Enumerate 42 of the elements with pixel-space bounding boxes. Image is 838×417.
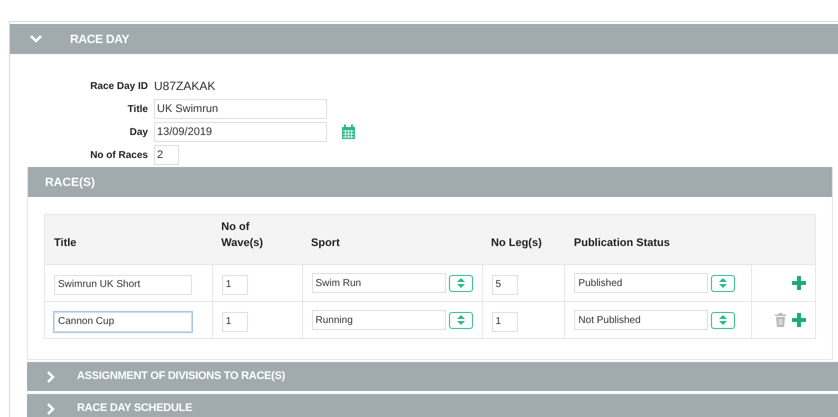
races-title: RACE(S) [45, 174, 95, 191]
spinner-button[interactable] [711, 312, 736, 328]
day-field[interactable]: 13/09/2019 [154, 122, 327, 142]
field-label: Title [126, 102, 148, 116]
waves-field[interactable]: 1 [222, 312, 248, 332]
column-header: Title [54, 236, 78, 251]
column-header: No Leg(s) [491, 236, 543, 251]
up-down-icon [456, 315, 465, 325]
section-title: RACE DAY [70, 31, 130, 48]
status-select[interactable]: Published [574, 273, 708, 293]
field-label: Day [128, 126, 148, 140]
plus-icon[interactable] [792, 313, 806, 327]
waves-field[interactable]: 1 [222, 274, 248, 294]
sport-select[interactable]: Running [312, 310, 446, 330]
chevron-down-icon [30, 35, 42, 43]
column-header: Sport [311, 236, 341, 251]
trash-icon[interactable] [775, 313, 786, 327]
calendar-icon[interactable] [341, 124, 356, 140]
spinner-button[interactable] [711, 274, 736, 292]
up-down-icon [456, 278, 465, 288]
field-label: No of Races [89, 148, 148, 162]
races-count-field[interactable]: 2 [154, 145, 179, 165]
up-down-icon [719, 278, 728, 288]
chevron-right-icon [47, 402, 55, 414]
title-field[interactable]: UK Swimrun [154, 99, 327, 119]
spinner-button[interactable] [448, 274, 473, 292]
section-title: RACE DAY SCHEDULE [77, 401, 192, 416]
up-down-icon [719, 315, 728, 325]
legs-field[interactable]: 1 [492, 312, 518, 332]
column-header: No of Wave(s) [221, 220, 264, 251]
field-label: Race Day ID [89, 80, 148, 94]
spinner-button[interactable] [448, 312, 473, 328]
legs-field[interactable]: 5 [492, 274, 518, 294]
race-title-field[interactable]: Cannon Cup [54, 312, 192, 332]
race-title-field[interactable]: Swimrun UK Short [54, 274, 192, 294]
status-select[interactable]: Not Published [574, 310, 708, 330]
sport-select[interactable]: Swim Run [312, 273, 446, 293]
plus-icon[interactable] [792, 276, 806, 290]
race-day-id: U87ZAKAK [154, 78, 216, 95]
section-title: ASSIGNMENT OF DIVISIONS TO RACE(S) [77, 369, 286, 384]
column-header: Publication Status [574, 236, 671, 251]
chevron-right-icon [47, 370, 55, 382]
